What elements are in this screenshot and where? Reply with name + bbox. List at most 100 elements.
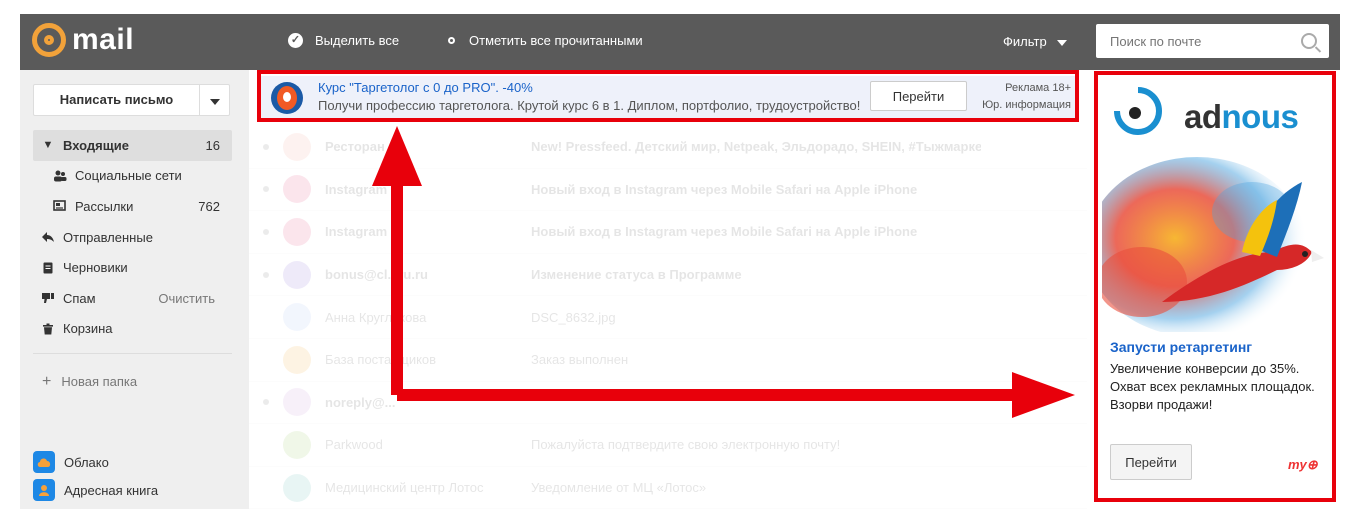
ad-age-label: Реклама 18+ (1005, 82, 1071, 94)
chevron-down-icon (209, 98, 220, 105)
sidebar-item-label: Черновики (63, 260, 128, 276)
brand-suffix: nous (1221, 98, 1299, 135)
contacts-link[interactable]: Адресная книга (33, 479, 158, 501)
ad-text: Получи профессию таргетолога. Крутой кур… (318, 98, 861, 113)
select-all-label: Выделить все (315, 33, 400, 48)
email-row[interactable]: Анна Кругликова DSC_8632.jpg (249, 296, 1087, 339)
email-subject: Заказ выполнен (531, 352, 629, 368)
spam-icon (41, 292, 55, 304)
email-row[interactable]: bonus@cl...ru.ru Изменение статуса в Прог… (249, 254, 1087, 297)
divider (33, 353, 232, 354)
avatar (283, 473, 311, 502)
email-row[interactable]: Ресторан New! Pressfeed. Детский мир, Net… (249, 126, 1087, 169)
ad-label: Реклама 18+ Юр. информация (982, 80, 1071, 114)
search-box (1096, 24, 1329, 58)
unread-dot[interactable] (263, 186, 269, 193)
dot-icon (448, 37, 455, 44)
mytarget-logo[interactable]: my⊕ (1288, 457, 1318, 473)
email-subject: Новый вход в Instagram через Mobile Safa… (531, 181, 918, 197)
sidebar-item-drafts[interactable]: Черновики (33, 252, 232, 283)
ad-title[interactable]: Курс "Таргетолог с 0 до PRO". -40% (318, 80, 533, 95)
draft-icon (41, 262, 55, 274)
sidebar-item-label: Спам (63, 290, 96, 306)
avatar (283, 217, 311, 246)
filter-label: Фильтр (1003, 34, 1047, 49)
email-sender: Анна Кругликова (325, 309, 427, 325)
folder-list: ▼ Входящие 16 Социальные сети Рассылки 7… (33, 130, 232, 344)
sidebar-item-spam[interactable]: Спам Очистить (33, 283, 232, 314)
sidebar-item-newsletters[interactable]: Рассылки 762 (33, 191, 232, 222)
cloud-label: Облако (64, 454, 109, 470)
contacts-label: Адресная книга (64, 482, 159, 498)
email-sender: noreply@... (325, 394, 396, 410)
email-row[interactable]: noreply@... (249, 382, 1087, 425)
clear-spam-link[interactable]: Очистить (158, 291, 215, 306)
parrot-image (1102, 157, 1324, 332)
email-row[interactable]: Медицинский центр Лотос Уведомление от МЦ… (249, 467, 1087, 509)
filter-button[interactable]: Фильтр (1003, 34, 1067, 49)
email-sender: Instagram (325, 181, 388, 197)
new-folder-label: Новая папка (61, 374, 138, 389)
check-circle-icon: ✓ (288, 33, 303, 48)
new-folder-button[interactable]: + Новая папка (42, 373, 137, 391)
email-rows: Ресторан New! Pressfeed. Детский мир, Net… (249, 126, 1087, 509)
sidebar-item-sent[interactable]: Отправленные (33, 222, 232, 253)
avatar (283, 260, 311, 289)
compose-label: Написать письмо (34, 85, 200, 115)
sidebar-item-label: Социальные сети (75, 168, 182, 184)
avatar (283, 345, 311, 374)
unread-dot[interactable] (263, 228, 269, 235)
unread-dot[interactable] (263, 271, 269, 278)
mark-all-read-button[interactable]: Отметить все прочитанными (448, 33, 643, 48)
compose-button[interactable]: Написать письмо (33, 84, 230, 116)
sidebar-item-label: Корзина (63, 321, 113, 337)
ad-go-button[interactable]: Перейти (1110, 444, 1192, 480)
unread-dot[interactable] (263, 143, 269, 150)
unread-dot[interactable] (263, 399, 269, 406)
ad-headline[interactable]: Запусти ретаргетинг (1110, 339, 1252, 355)
sidebar-item-inbox[interactable]: ▼ Входящие 16 (33, 130, 232, 161)
avatar (283, 175, 311, 204)
triangle-down-icon: ▼ (42, 139, 54, 152)
sent-icon (41, 231, 55, 243)
plus-icon: + (42, 373, 52, 390)
ad-go-button[interactable]: Перейти (870, 81, 967, 111)
newsletter-icon (53, 200, 67, 212)
email-subject: Уведомление от МЦ «Лотос» (531, 480, 707, 496)
chevron-down-icon (1056, 39, 1067, 46)
contacts-icon (33, 479, 55, 501)
logo[interactable]: mail (32, 23, 134, 57)
email-subject: Новый вход в Instagram через Mobile Safa… (531, 224, 918, 240)
avatar (283, 303, 311, 332)
email-sender: bonus@cl...ru.ru (325, 267, 428, 283)
unread-count: 762 (198, 198, 220, 214)
brand-prefix: ad (1184, 98, 1222, 135)
email-row[interactable]: База поставщиков Заказ выполнен (249, 339, 1087, 382)
cloud-link[interactable]: Облако (33, 451, 109, 473)
mark-all-read-label: Отметить все прочитанными (469, 33, 643, 48)
target-icon: ⊕ (1306, 457, 1318, 472)
select-all-button[interactable]: ✓ Выделить все (288, 33, 399, 48)
email-sender: Parkwood (325, 437, 383, 453)
sidebar-item-trash[interactable]: Корзина (33, 314, 232, 345)
email-row[interactable]: Instagram Новый вход в Instagram через Mo… (249, 211, 1087, 254)
email-subject: Изменение статуса в Программе (531, 267, 742, 283)
sidebar-item-social[interactable]: Социальные сети (33, 161, 232, 192)
mytarget-label: my (1288, 457, 1307, 472)
trash-icon (41, 323, 55, 335)
compose-dropdown[interactable] (200, 93, 229, 108)
at-logo-icon (32, 23, 66, 57)
search-icon[interactable] (1301, 33, 1317, 49)
ad-mail-row[interactable]: Курс "Таргетолог с 0 до PRO". -40% Получ… (261, 76, 1079, 120)
legal-info-link[interactable]: Юр. информация (982, 97, 1071, 114)
right-ad-banner[interactable]: adnous Запусти ретаргетинг Увеличение ко… (1096, 74, 1334, 500)
search-input[interactable] (1108, 32, 1292, 50)
sidebar-item-label: Отправленные (63, 229, 153, 245)
email-sender: Ресторан (325, 139, 385, 155)
email-row[interactable]: Instagram Новый вход в Instagram через Mo… (249, 169, 1087, 212)
mail-app: mail ✓ Выделить все Отметить все прочита… (20, 14, 1340, 509)
sidebar-item-label: Рассылки (75, 198, 134, 214)
email-row[interactable]: Parkwood Пожалуйста подтвердите свою элек… (249, 424, 1087, 467)
email-subject: Пожалуйста подтвердите свою электронную … (531, 437, 841, 453)
email-sender: База поставщиков (325, 352, 437, 368)
